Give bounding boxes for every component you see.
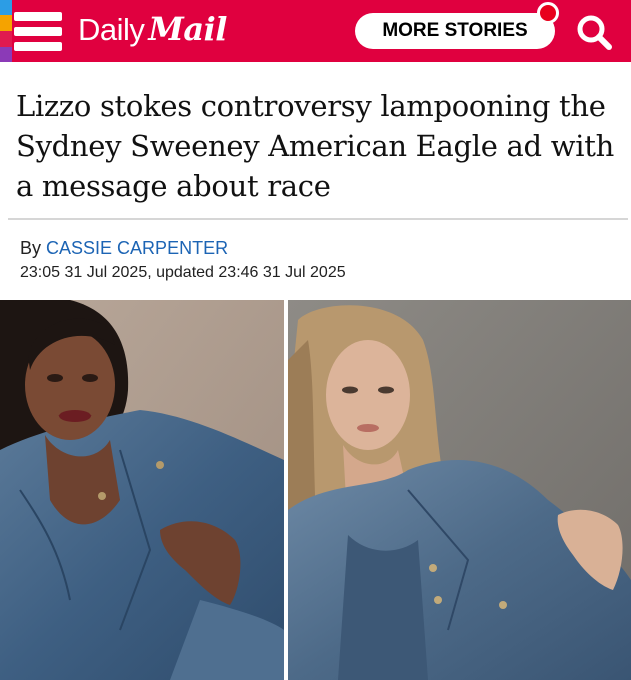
daily-mail-logo[interactable]: Daily Mail — [78, 10, 227, 50]
menu-color-stripe-3 — [0, 31, 12, 47]
photo-right — [288, 300, 631, 680]
top-nav-bar: Daily Mail MORE STORIES — [0, 0, 631, 62]
article-image-left[interactable] — [0, 300, 284, 680]
search-button[interactable] — [572, 12, 616, 52]
article-dateline: 23:05 31 Jul 2025, updated 23:46 31 Jul … — [20, 264, 346, 281]
logo-daily-text: Daily — [78, 12, 145, 47]
logo-mail-text: Mail — [148, 10, 227, 48]
article-image-right[interactable] — [288, 300, 631, 680]
hamburger-menu-button[interactable] — [0, 0, 66, 62]
more-stories-label: MORE STORIES — [382, 20, 528, 41]
menu-color-stripe-1 — [0, 0, 12, 15]
more-stories-button[interactable]: MORE STORIES — [355, 13, 555, 49]
headline-divider — [8, 218, 628, 220]
notification-dot-icon — [537, 2, 559, 24]
byline: By CASSIE CARPENTER — [20, 238, 228, 259]
menu-color-stripe-2 — [0, 15, 12, 31]
byline-prefix: By — [20, 238, 42, 258]
author-link[interactable]: CASSIE CARPENTER — [46, 238, 228, 258]
menu-color-stripe-4 — [0, 47, 12, 62]
article-headline[interactable]: Lizzo stokes controversy lampooning the … — [16, 86, 616, 206]
photo-left — [0, 300, 284, 680]
search-icon — [577, 15, 612, 50]
hamburger-icon — [14, 10, 62, 52]
